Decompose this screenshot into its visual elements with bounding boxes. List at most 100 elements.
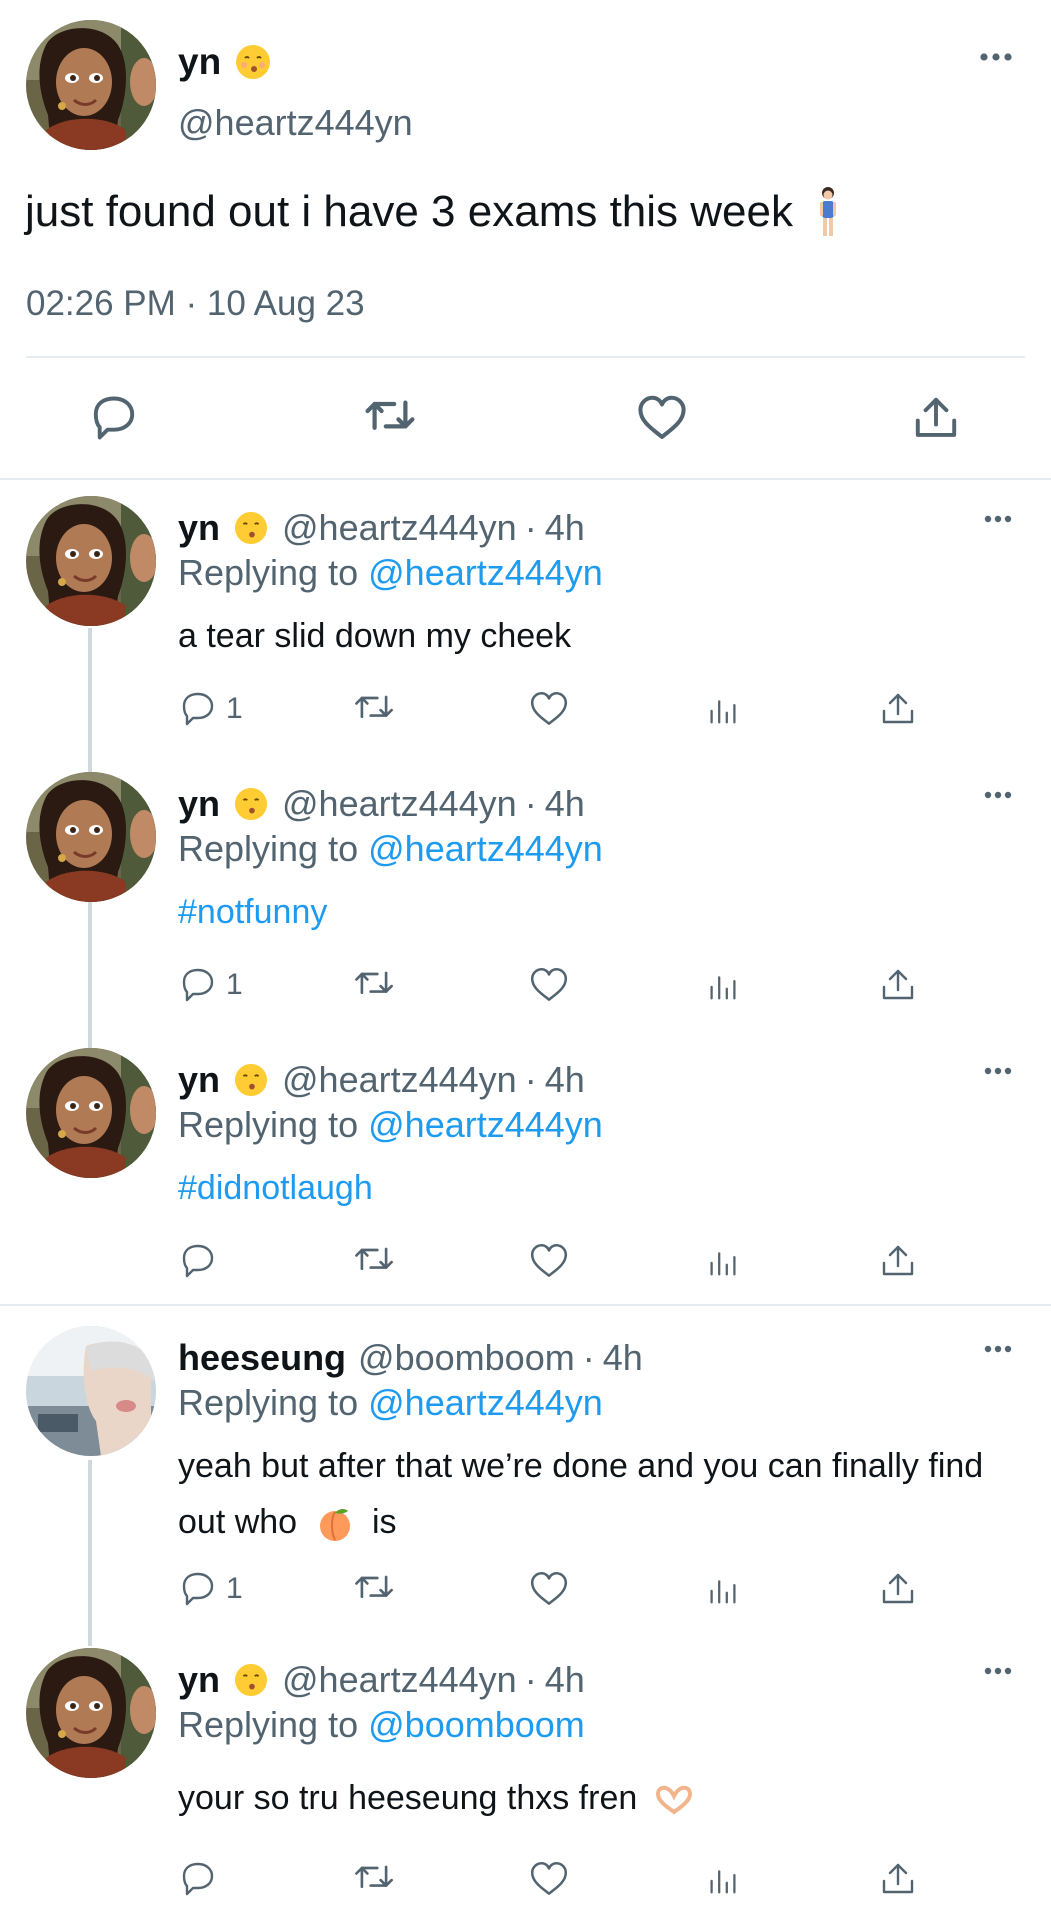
retweet-icon[interactable] — [352, 684, 396, 734]
author-name-row: yn — [178, 40, 271, 84]
avatar[interactable] — [26, 1326, 156, 1456]
share-icon[interactable] — [878, 960, 918, 1010]
reply-count: 1 — [226, 692, 243, 725]
reply-time[interactable]: 4h — [545, 507, 585, 549]
reply-time[interactable]: 4h — [545, 1059, 585, 1101]
kissing-face-emoji-icon — [234, 511, 268, 545]
display-name[interactable]: yn — [178, 507, 220, 549]
like-icon[interactable] — [528, 684, 570, 734]
reply-button[interactable] — [178, 1236, 226, 1286]
reply-button[interactable] — [178, 1854, 226, 1904]
reply-tweet: yn @heartz444yn · 4h Replying to @heartz… — [0, 1048, 1051, 1298]
reply-count: 1 — [226, 1572, 243, 1605]
reply-time[interactable]: 4h — [545, 1659, 585, 1701]
retweet-icon[interactable] — [352, 1236, 396, 1286]
display-name[interactable]: heeseung — [178, 1337, 346, 1379]
main-tweet: yn @heartz444yn just found out i have 3 … — [0, 0, 1051, 480]
user-handle[interactable]: @heartz444yn — [178, 102, 413, 144]
replying-mention-link[interactable]: @heartz444yn — [368, 828, 603, 869]
reply-text-part: is — [372, 1503, 397, 1541]
kissing-face-emoji-icon — [234, 1663, 268, 1697]
hashtag-link[interactable]: #notfunny — [178, 884, 1028, 940]
views-icon[interactable] — [704, 1854, 742, 1904]
kissing-face-emoji-icon — [234, 1063, 268, 1097]
like-icon[interactable] — [528, 1854, 570, 1904]
reply-header: yn @heartz444yn · 4h — [178, 506, 585, 550]
separator-dot: · — [524, 783, 537, 824]
share-icon[interactable] — [878, 1236, 918, 1286]
divider — [26, 356, 1025, 358]
more-options-icon[interactable] — [983, 1344, 1013, 1354]
more-options-icon[interactable] — [983, 1066, 1013, 1076]
user-handle[interactable]: @heartz444yn — [282, 1059, 517, 1101]
share-icon[interactable] — [908, 390, 964, 446]
more-options-icon[interactable] — [983, 514, 1013, 524]
like-icon[interactable] — [528, 960, 570, 1010]
tweet-timestamp[interactable]: 02:26 PM · 10 Aug 23 — [26, 284, 365, 324]
more-options-icon[interactable] — [983, 790, 1013, 800]
display-name[interactable]: yn — [178, 41, 221, 83]
display-name[interactable]: yn — [178, 783, 220, 825]
share-icon[interactable] — [878, 1564, 918, 1614]
like-icon[interactable] — [634, 390, 690, 446]
reply-actions — [0, 1236, 1051, 1286]
hashtag-link[interactable]: #didnotlaugh — [178, 1160, 1028, 1216]
section-divider — [0, 478, 1051, 480]
views-icon[interactable] — [704, 1564, 742, 1614]
like-icon[interactable] — [528, 1564, 570, 1614]
more-options-icon[interactable] — [983, 1666, 1013, 1676]
replying-label: Replying to — [178, 828, 359, 869]
reply-tweet: yn @heartz444yn · 4h Replying to @heartz… — [0, 772, 1051, 1022]
share-icon[interactable] — [878, 684, 918, 734]
replying-to: Replying to @heartz444yn — [178, 552, 603, 594]
display-name[interactable]: yn — [178, 1059, 220, 1101]
reply-text: a tear slid down my cheek — [178, 617, 572, 655]
reply-icon[interactable] — [86, 390, 142, 446]
retweet-icon[interactable] — [352, 1564, 396, 1614]
reply-header: yn @heartz444yn · 4h — [178, 1058, 585, 1102]
reply-button[interactable]: 1 — [178, 960, 243, 1010]
avatar[interactable] — [26, 1648, 156, 1778]
avatar[interactable] — [26, 772, 156, 902]
views-icon[interactable] — [704, 960, 742, 1010]
replying-mention-link[interactable]: @heartz444yn — [368, 552, 603, 593]
replying-mention-link[interactable]: @heartz444yn — [368, 1382, 603, 1423]
user-handle[interactable]: @boomboom — [358, 1337, 575, 1379]
display-name[interactable]: yn — [178, 1659, 220, 1701]
replying-label: Replying to — [178, 1704, 359, 1745]
replying-to: Replying to @heartz444yn — [178, 828, 603, 870]
reply-count: 1 — [226, 968, 243, 1001]
avatar[interactable] — [26, 1048, 156, 1178]
replying-mention-link[interactable]: @boomboom — [368, 1704, 585, 1745]
replying-mention-link[interactable]: @heartz444yn — [368, 1104, 603, 1145]
main-tweet-actions — [0, 390, 1051, 446]
reply-time[interactable]: 4h — [603, 1337, 643, 1379]
separator-dot: · — [582, 1337, 595, 1378]
kissing-face-emoji-icon — [234, 787, 268, 821]
retweet-icon[interactable] — [352, 960, 396, 1010]
reply-text: yeah but after that we’re done and you c… — [178, 1438, 1028, 1550]
share-icon[interactable] — [878, 1854, 918, 1904]
reply-header: yn @heartz444yn · 4h — [178, 1658, 585, 1702]
replying-to: Replying to @boomboom — [178, 1704, 585, 1746]
user-handle[interactable]: @heartz444yn — [282, 1659, 517, 1701]
separator-dot: · — [524, 1659, 537, 1700]
reply-tweet: heeseung @boomboom · 4h Replying to @hea… — [0, 1326, 1051, 1626]
replying-to: Replying to @heartz444yn — [178, 1382, 603, 1424]
like-icon[interactable] — [528, 1236, 570, 1286]
reply-actions: 1 — [0, 1564, 1051, 1614]
user-handle[interactable]: @heartz444yn — [282, 783, 517, 825]
views-icon[interactable] — [704, 684, 742, 734]
reply-button[interactable]: 1 — [178, 1564, 243, 1614]
reply-text: your so tru heeseung thxs fren — [178, 1770, 1028, 1826]
tweet-text-content: just found out i have 3 exams this week — [25, 187, 793, 236]
user-handle[interactable]: @heartz444yn — [282, 507, 517, 549]
reply-time[interactable]: 4h — [545, 783, 585, 825]
more-options-icon[interactable] — [979, 52, 1013, 62]
retweet-icon[interactable] — [352, 1854, 396, 1904]
reply-button[interactable]: 1 — [178, 684, 243, 734]
avatar[interactable] — [26, 20, 156, 150]
retweet-icon[interactable] — [362, 390, 418, 446]
avatar[interactable] — [26, 496, 156, 626]
views-icon[interactable] — [704, 1236, 742, 1286]
